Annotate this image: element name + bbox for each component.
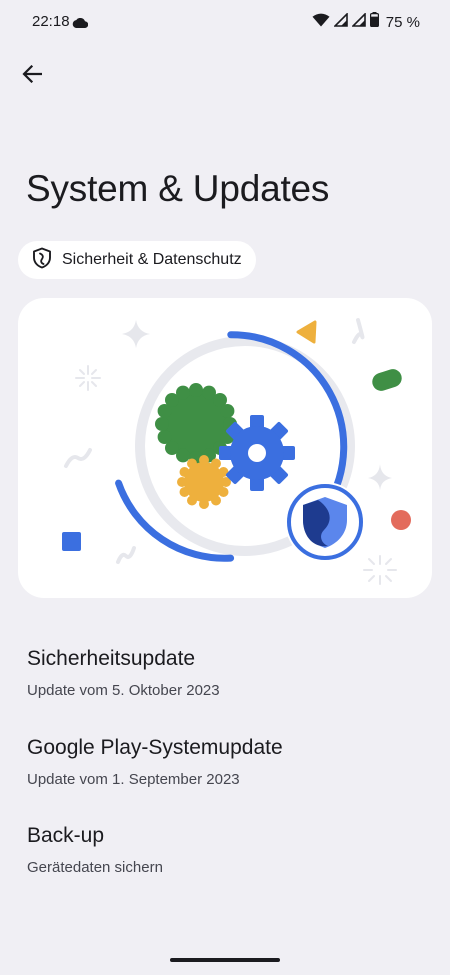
gear-icon — [219, 415, 295, 491]
list-item-security-update[interactable]: Sicherheitsupdate Update vom 5. Oktober … — [0, 641, 450, 725]
back-button[interactable] — [14, 58, 50, 94]
cloud-icon — [72, 15, 89, 33]
list-item-title: Sicherheitsupdate — [27, 647, 196, 670]
status-bar: 22:18 75 % — [0, 0, 450, 44]
privacy-security-chip[interactable]: Sicherheit & Datenschutz — [18, 241, 256, 279]
list-item-title: Google Play-Systemupdate — [27, 736, 283, 759]
list-item-subtitle: Gerätedaten sichern — [27, 859, 163, 876]
shield-icon — [32, 247, 52, 274]
list-item-play-system-update[interactable]: Google Play-Systemupdate Update vom 1. S… — [0, 730, 450, 814]
page-title: System & Updates — [26, 168, 330, 209]
shield-icon — [285, 482, 365, 562]
status-icons: 75 % — [312, 11, 420, 32]
arrow-left-icon — [22, 64, 43, 88]
status-time: 22:18 — [32, 13, 70, 30]
gesture-navigation-handle[interactable] — [170, 958, 280, 962]
signal-icon — [332, 11, 348, 32]
list-item-subtitle: Update vom 5. Oktober 2023 — [27, 682, 220, 699]
list-item-title: Back-up — [27, 824, 105, 847]
signal-icon — [350, 11, 366, 32]
list-item-subtitle: Update vom 1. September 2023 — [27, 771, 240, 788]
list-item-backup[interactable]: Back-up Gerätedaten sichern — [0, 818, 450, 902]
security-illustration — [62, 318, 411, 585]
battery-icon — [369, 12, 379, 32]
wifi-icon — [312, 13, 330, 32]
illustration-card — [18, 298, 432, 598]
chip-label: Sicherheit & Datenschutz — [62, 251, 242, 268]
battery-percent: 75 % — [385, 13, 420, 31]
